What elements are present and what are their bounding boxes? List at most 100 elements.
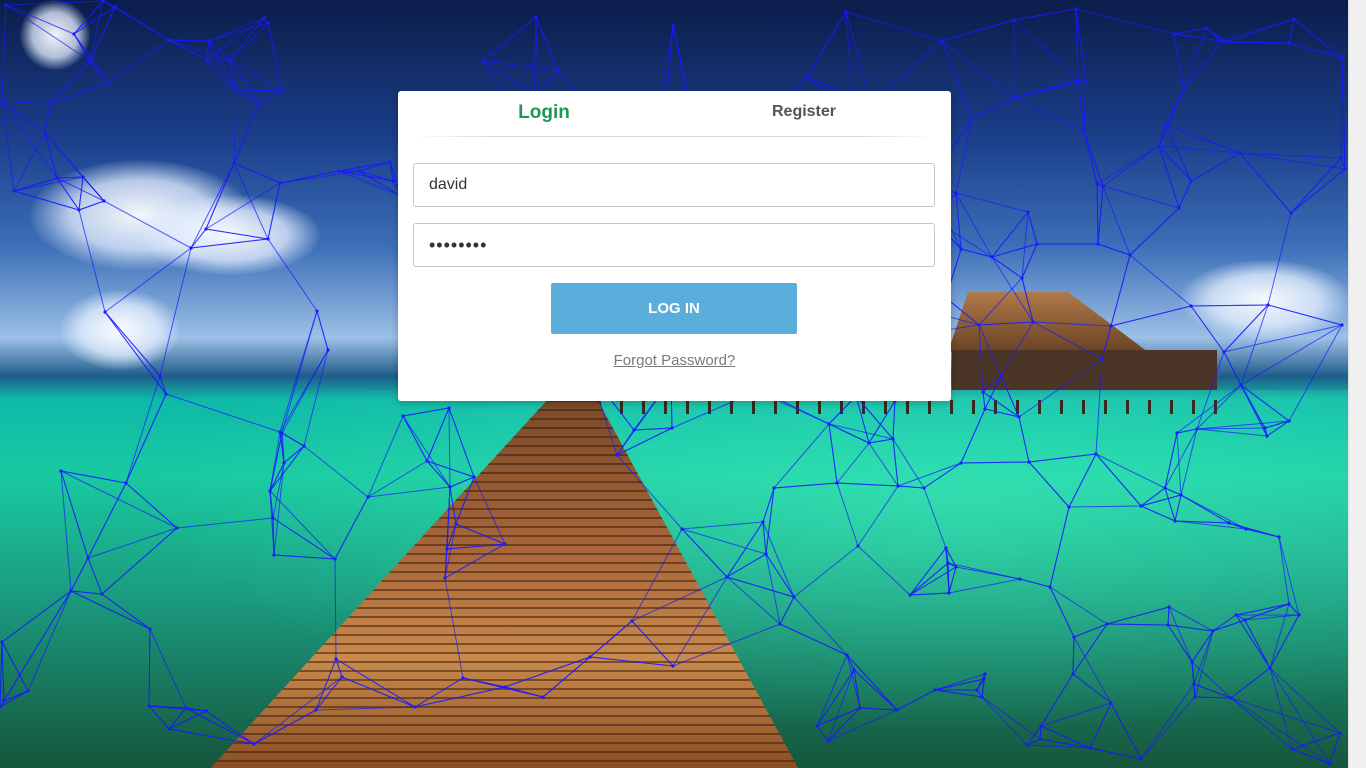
mesh-line: [846, 654, 861, 709]
mesh-line: [991, 243, 1038, 258]
mesh-node: [59, 469, 63, 473]
page-scrollbar[interactable]: [1348, 0, 1366, 768]
mesh-node: [1195, 427, 1199, 431]
mesh-line: [338, 170, 394, 182]
mesh-line: [1290, 157, 1342, 214]
mesh-line: [978, 324, 984, 393]
mesh-node: [340, 675, 344, 679]
mesh-line: [1173, 33, 1185, 90]
mesh-line: [107, 39, 170, 84]
mesh-node: [147, 704, 151, 708]
mesh-line: [1291, 732, 1341, 750]
mesh-node: [447, 406, 451, 410]
mesh-node: [1101, 184, 1105, 188]
mesh-line: [1193, 683, 1232, 699]
mesh-line: [1129, 207, 1180, 256]
mesh-line: [897, 485, 925, 489]
mesh-line: [1167, 606, 1170, 626]
login-button[interactable]: LOG IN: [551, 283, 797, 334]
mesh-node: [0, 99, 4, 103]
mesh-node: [1244, 527, 1248, 531]
mesh-node: [982, 677, 986, 681]
mesh-node: [895, 708, 899, 712]
mesh-node: [1164, 123, 1168, 127]
mesh-node: [1076, 78, 1080, 82]
mesh-line: [185, 707, 255, 745]
mesh-line: [206, 40, 210, 61]
mesh-line: [1267, 304, 1343, 326]
password-input[interactable]: [413, 223, 935, 267]
mesh-node: [1031, 320, 1035, 324]
mesh-line: [1180, 494, 1247, 530]
mesh-node: [1234, 613, 1238, 617]
mesh-node: [252, 742, 256, 746]
mesh-node: [1105, 622, 1109, 626]
mesh-node: [1017, 415, 1021, 419]
mesh-node: [272, 553, 276, 557]
mesh-line: [1095, 453, 1142, 507]
mesh-line: [316, 310, 329, 351]
username-input[interactable]: [413, 163, 935, 207]
mesh-line: [981, 696, 1041, 740]
mesh-node: [1012, 18, 1016, 22]
mesh-node: [1193, 695, 1197, 699]
mesh-node: [1094, 452, 1098, 456]
mesh-node: [448, 485, 452, 489]
mesh-node: [630, 619, 634, 623]
mesh-line: [1140, 505, 1176, 522]
mesh-line: [1194, 630, 1214, 698]
mesh-line: [70, 557, 89, 592]
mesh-line: [367, 415, 404, 498]
mesh-node: [1289, 211, 1293, 215]
mesh-node: [81, 175, 85, 179]
tab-login[interactable]: Login: [414, 102, 674, 124]
mesh-line: [455, 476, 475, 525]
mesh-node: [86, 556, 90, 560]
mesh-line: [1196, 428, 1268, 437]
forgot-password-link[interactable]: Forgot Password?: [398, 352, 951, 369]
mesh-line: [1013, 97, 1085, 132]
tab-register[interactable]: Register: [674, 103, 934, 121]
mesh-line: [176, 517, 274, 529]
mesh-line: [1168, 606, 1193, 663]
mesh-line: [89, 60, 109, 84]
mesh-line: [1293, 18, 1343, 59]
mesh-line: [168, 39, 210, 42]
mesh-line: [816, 725, 829, 742]
mesh-node: [990, 255, 994, 259]
mesh-line: [449, 486, 457, 525]
mesh-line: [1223, 324, 1343, 353]
mesh-node: [1287, 419, 1291, 423]
mesh-line: [103, 200, 192, 249]
mesh-node: [1012, 96, 1016, 100]
mesh-line: [1230, 667, 1271, 699]
mesh-line: [1106, 623, 1169, 626]
mesh-line: [1077, 79, 1085, 132]
mesh-line: [1027, 211, 1038, 245]
mesh-node: [278, 430, 282, 434]
mesh-line: [934, 673, 986, 691]
mesh-node: [1074, 7, 1078, 11]
mesh-node: [77, 208, 81, 212]
mesh-line: [1028, 453, 1097, 463]
mesh-node: [280, 89, 284, 93]
mesh-line: [726, 576, 795, 598]
mesh-line: [335, 658, 416, 708]
mesh-line: [1000, 321, 1034, 377]
mesh-line: [982, 375, 1002, 393]
mesh-line: [1013, 79, 1087, 99]
mesh-line: [1168, 606, 1214, 632]
mesh-line: [1288, 18, 1295, 44]
mesh-node: [43, 131, 47, 135]
mesh-line: [1165, 88, 1185, 126]
mesh-line: [631, 528, 683, 622]
mesh-line: [672, 623, 781, 667]
mesh-line: [1269, 667, 1293, 750]
mesh-line: [235, 89, 260, 104]
mesh-line: [1140, 696, 1196, 760]
mesh-line: [726, 521, 764, 578]
mesh-line: [1174, 494, 1182, 522]
mesh-node: [1189, 304, 1193, 308]
mesh-node: [981, 390, 985, 394]
mesh-line: [978, 277, 1023, 326]
